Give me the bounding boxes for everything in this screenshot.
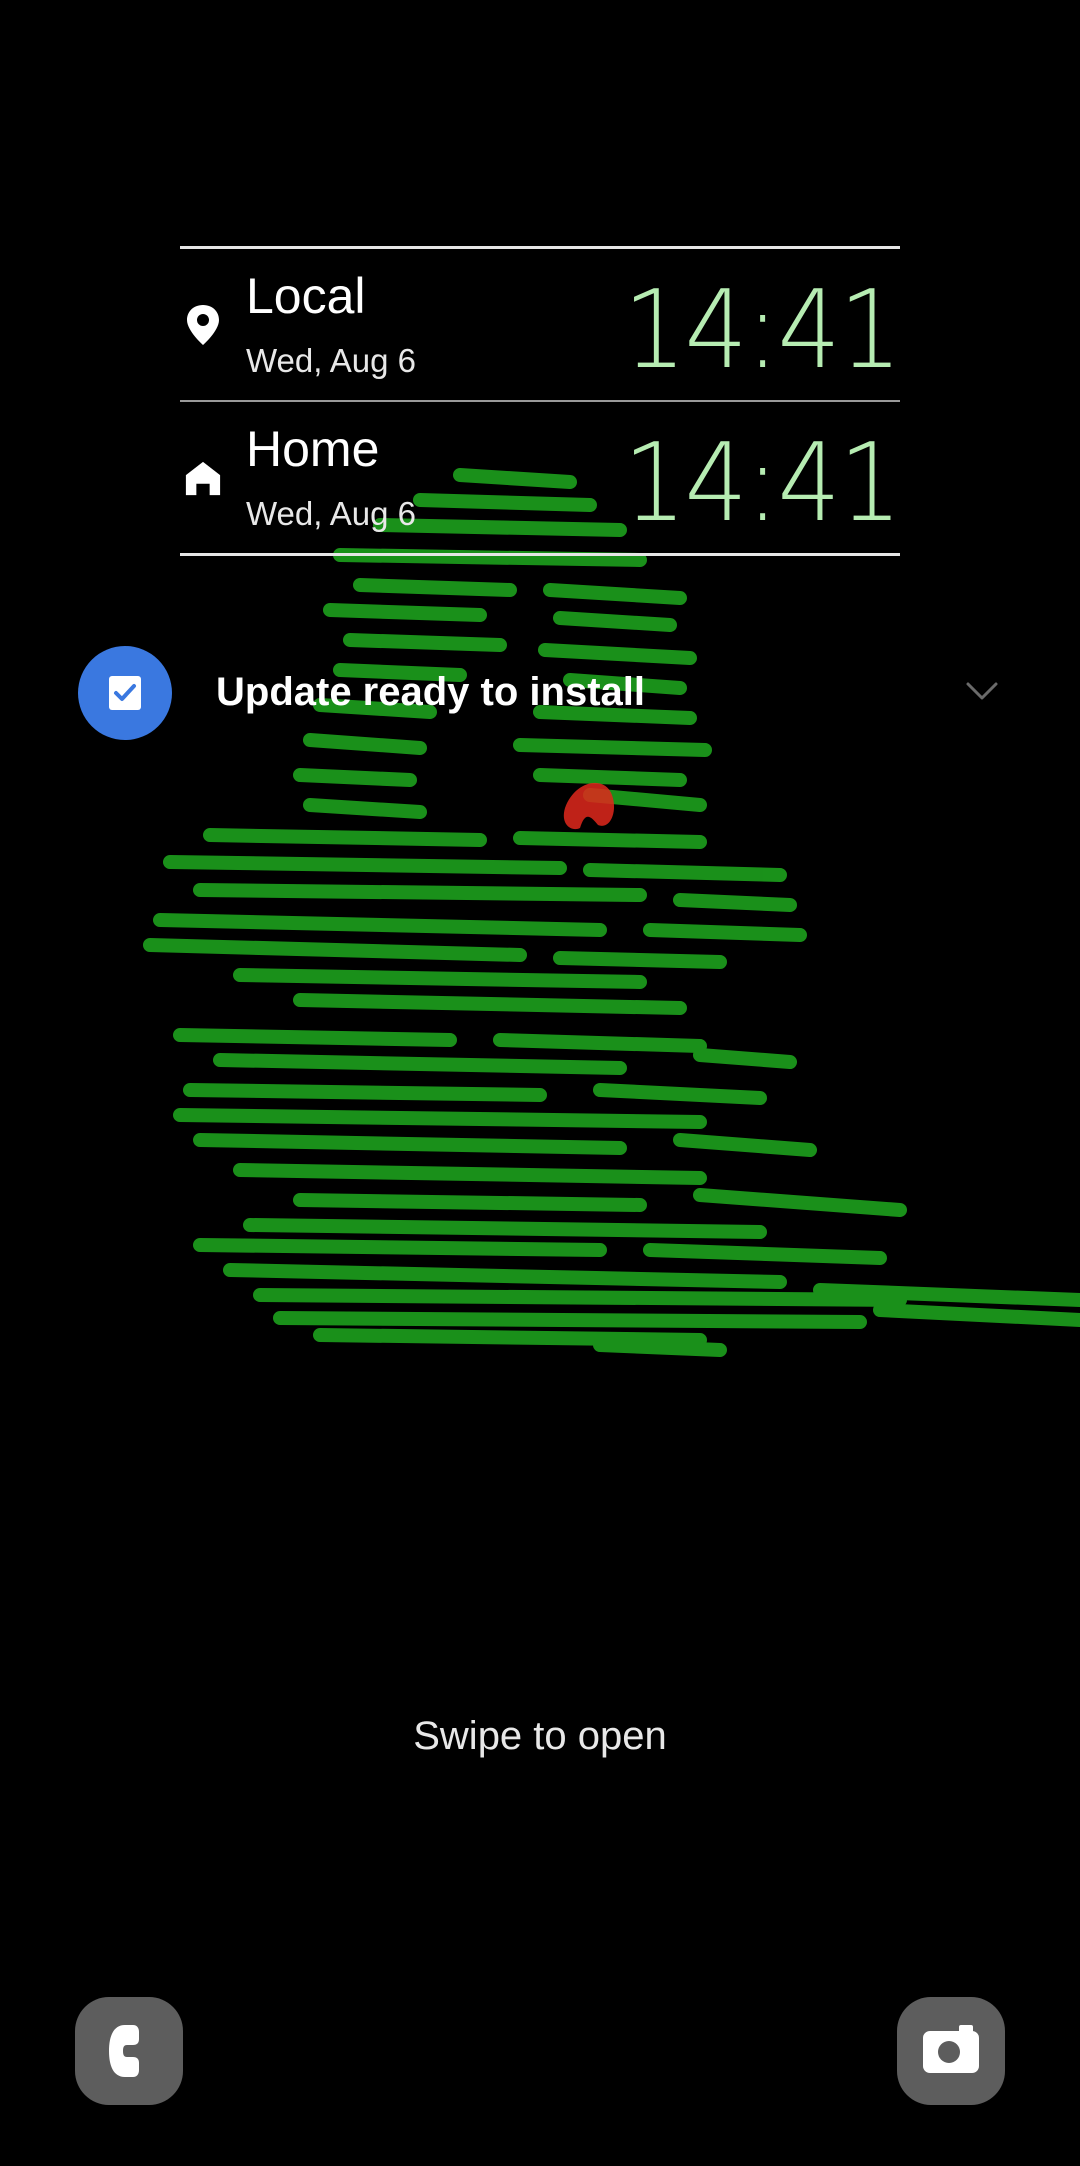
notification-title: Update ready to install	[216, 670, 645, 714]
phone-shortcut-button[interactable]	[75, 1997, 183, 2105]
phone-icon	[109, 2025, 139, 2077]
clock-row-home: Home Wed, Aug 6 14:41	[180, 402, 902, 553]
clock-city-label: Local	[246, 268, 366, 324]
dual-clock-widget[interactable]: Local Wed, Aug 6 14:41 Home Wed, Aug 6 1…	[180, 246, 902, 556]
clock-time: 14:41	[622, 421, 902, 546]
checkbox-update-icon	[78, 646, 172, 740]
chevron-down-icon[interactable]	[962, 676, 1002, 706]
camera-icon	[923, 2025, 979, 2073]
swipe-to-open-hint: Swipe to open	[413, 1714, 667, 1758]
location-pin-icon	[187, 305, 219, 345]
clock-date-label: Wed, Aug 6	[246, 342, 417, 379]
home-icon	[185, 461, 221, 496]
camera-shortcut-button[interactable]	[897, 1997, 1005, 2105]
update-notification[interactable]: Update ready to install	[78, 646, 1002, 740]
divider	[180, 553, 900, 556]
clock-time: 14:41	[622, 268, 902, 393]
clock-date-label: Wed, Aug 6	[246, 495, 417, 532]
clock-row-local: Local Wed, Aug 6 14:41	[180, 249, 902, 400]
clock-city-label: Home	[246, 421, 380, 477]
